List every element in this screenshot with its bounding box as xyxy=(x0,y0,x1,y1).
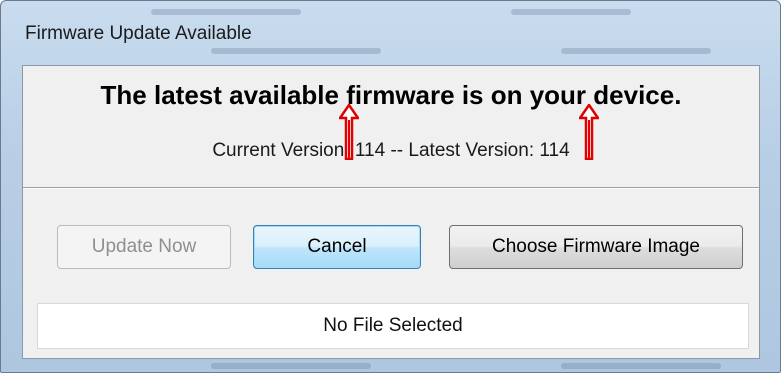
version-separator: -- xyxy=(385,140,409,161)
version-info: Current Version: 114 -- Latest Version: … xyxy=(23,140,759,162)
latest-version-label: Latest Version: xyxy=(408,140,540,161)
divider xyxy=(23,187,759,189)
dialog-body: The latest available firmware is on your… xyxy=(22,65,760,359)
red-up-arrow-icon xyxy=(339,104,359,160)
window-title: Firmware Update Available xyxy=(25,23,252,44)
cancel-button[interactable]: Cancel xyxy=(253,225,421,269)
latest-version-value: 114 xyxy=(539,140,570,161)
status-headline: The latest available firmware is on your… xyxy=(100,80,682,110)
current-version-value: 114 xyxy=(354,140,386,161)
background-ghost-text xyxy=(561,363,721,369)
background-ghost-text xyxy=(211,363,371,369)
selected-file-field: No File Selected xyxy=(37,303,749,349)
red-up-arrow-icon xyxy=(579,104,599,160)
update-now-button[interactable]: Update Now xyxy=(57,225,231,269)
title-bar[interactable]: Firmware Update Available xyxy=(1,1,780,65)
choose-firmware-image-button[interactable]: Choose Firmware Image xyxy=(449,225,743,269)
current-version-label: Current Version: xyxy=(212,140,355,161)
firmware-update-window: Firmware Update Available The latest ava… xyxy=(0,0,781,373)
